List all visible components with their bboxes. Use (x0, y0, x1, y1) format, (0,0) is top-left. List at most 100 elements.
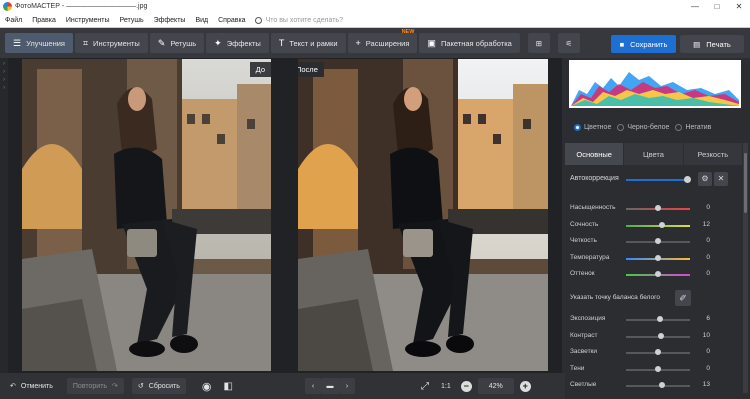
panel-scrollbar[interactable] (743, 143, 748, 393)
slider-label: Температура (570, 253, 610, 261)
color-mode-group: Цветное Черно-белое Негатив (568, 120, 743, 134)
menu-help[interactable]: Справка (213, 17, 250, 24)
autocorrection-row: Автокоррекция ⚙ ✕ (570, 172, 740, 186)
menu-edit[interactable]: Правка (27, 17, 61, 24)
menu-tools[interactable]: Инструменты (61, 17, 115, 24)
white-balance-row: Указать точку баланса белого ✐ (570, 290, 740, 306)
zoom-out-icon[interactable]: − (460, 380, 472, 392)
slider-row: Четкость 0 (570, 236, 740, 248)
autocorrection-knob[interactable] (684, 176, 691, 183)
minimize-button[interactable]: — (684, 0, 706, 13)
undo-button[interactable]: ↶ Отменить (4, 378, 59, 394)
slider-knob[interactable] (656, 316, 663, 322)
white-balance-label: Указать точку баланса белого (570, 294, 660, 301)
zoom-level[interactable]: 42% (477, 378, 514, 394)
menu-view[interactable]: Вид (190, 17, 213, 24)
tab-basic[interactable]: Основные (565, 143, 625, 165)
slider-knob[interactable] (655, 271, 661, 277)
zoom-in-icon[interactable]: + (519, 380, 531, 392)
fit-screen-icon[interactable]: ⤢ (415, 378, 435, 394)
slider-knob[interactable] (655, 205, 661, 211)
slider-row: Тени 0 (570, 364, 740, 376)
menu-file[interactable]: Файл (0, 17, 27, 24)
chevron-right-icon: › (345, 382, 349, 390)
slider-value: 0 (706, 348, 710, 355)
tab-sharpness[interactable]: Резкость (683, 143, 743, 165)
slider-knob[interactable] (658, 221, 665, 228)
redo-button[interactable]: Повторить ↷ (66, 378, 124, 394)
undo-icon: ↶ (10, 383, 16, 390)
layers-settings-icon[interactable]: ⚟ (557, 33, 580, 53)
left-collapse-strip[interactable]: › › › › (0, 58, 8, 373)
toolbar-tab-label: Эффекты (226, 38, 261, 48)
folder-button[interactable]: ▬ (320, 378, 339, 394)
slider-row: Засветки 0 (570, 347, 740, 359)
add-layer-icon[interactable]: ⊞ (527, 33, 550, 53)
histogram (569, 60, 741, 108)
toolbar-tab-label: Ретушь (170, 38, 197, 48)
gear-icon[interactable]: ⚙ (698, 172, 712, 186)
slider-knob[interactable] (658, 332, 665, 339)
slider-value: 0 (706, 204, 710, 211)
before-label: До (249, 62, 271, 77)
slider-value: 0 (706, 253, 710, 261)
maximize-button[interactable]: □ (706, 0, 728, 13)
menu-bar: Файл Правка Инструменты Ретушь Эффекты В… (0, 13, 750, 28)
tab-colors[interactable]: Цвета (624, 143, 684, 165)
slider-value: 12 (702, 220, 710, 228)
slider-knob[interactable] (655, 349, 661, 355)
slider-label: Сочность (570, 220, 599, 228)
mode-bw-radio[interactable] (617, 123, 625, 131)
tab-brush[interactable]: ✎ Ретушь (149, 33, 205, 53)
mode-bw-label: Черно-белое (627, 123, 670, 131)
chevron-left-icon: ‹ (311, 382, 315, 390)
compare-icon[interactable]: ◧ (218, 378, 239, 394)
slider-knob[interactable] (655, 238, 661, 244)
tab-text[interactable]: T Текст и рамки (270, 33, 346, 53)
slider-track[interactable] (626, 385, 690, 387)
reset-icon: ↺ (137, 383, 144, 390)
menu-effects[interactable]: Эффекты (149, 17, 191, 24)
slider-label: Экспозиция (570, 315, 606, 322)
slider-knob[interactable] (658, 382, 665, 388)
reset-button[interactable]: ↺ Сбросить (131, 378, 186, 394)
menu-retouch[interactable]: Ретушь (115, 17, 149, 24)
mode-color-radio[interactable] (574, 123, 581, 131)
search-box[interactable]: Что вы хотите сделать? (254, 16, 343, 24)
photo-before: До (22, 59, 271, 371)
slider-knob[interactable] (655, 254, 661, 261)
new-badge: NEW (401, 29, 415, 35)
slider-label: Контраст (570, 331, 598, 339)
close-icon[interactable]: ✕ (714, 172, 728, 186)
print-button[interactable]: ▤ Печать (680, 35, 744, 53)
title-bar: ФотоМАСТЕР - ——————————.jpg — □ ✕ (0, 0, 750, 13)
save-button[interactable]: ■ Сохранить (611, 35, 676, 53)
redo-icon: ↷ (112, 383, 118, 390)
mode-color-label: Цветное (584, 123, 612, 131)
close-button[interactable]: ✕ (728, 0, 750, 13)
slider-row: Контраст 10 (570, 331, 740, 343)
prev-photo-button[interactable]: ‹ (304, 378, 321, 394)
next-photo-button[interactable]: › (338, 378, 355, 394)
tab-plus[interactable]: + Расширения NEW (347, 29, 418, 53)
eyedropper-icon[interactable]: ✐ (675, 290, 691, 306)
panel-tabs: Основные Цвета Резкость (565, 143, 743, 165)
tab-images[interactable]: ▣ Пакетная обработка (419, 33, 520, 53)
eye-icon[interactable]: ◉ (196, 378, 218, 394)
bottom-bar: ↶ Отменить Повторить ↷ ↺ Сбросить ◉ ◧ ‹ ▬ ›… (0, 373, 565, 399)
window-title: ФотоМАСТЕР - ——————————.jpg (15, 3, 148, 10)
tab-sliders[interactable]: ☰ Улучшения (5, 33, 73, 53)
slider-label: Засветки (570, 348, 598, 355)
zoom-1to1-button[interactable]: 1:1 (435, 378, 457, 394)
slider-row: Светлые 13 (570, 380, 740, 392)
slider-value: 0 (706, 237, 710, 244)
autocorrection-track[interactable] (626, 179, 688, 181)
tab-sparkle[interactable]: ✦ Эффекты (206, 33, 269, 53)
images-icon: ▣ (427, 37, 436, 48)
save-icon: ■ (619, 39, 625, 49)
tab-crop[interactable]: ⌗ Инструменты (74, 33, 148, 53)
printer-icon: ▤ (693, 39, 701, 49)
slider-knob[interactable] (655, 365, 661, 372)
mode-negative-radio[interactable] (675, 123, 683, 131)
slider-label: Четкость (570, 237, 597, 244)
